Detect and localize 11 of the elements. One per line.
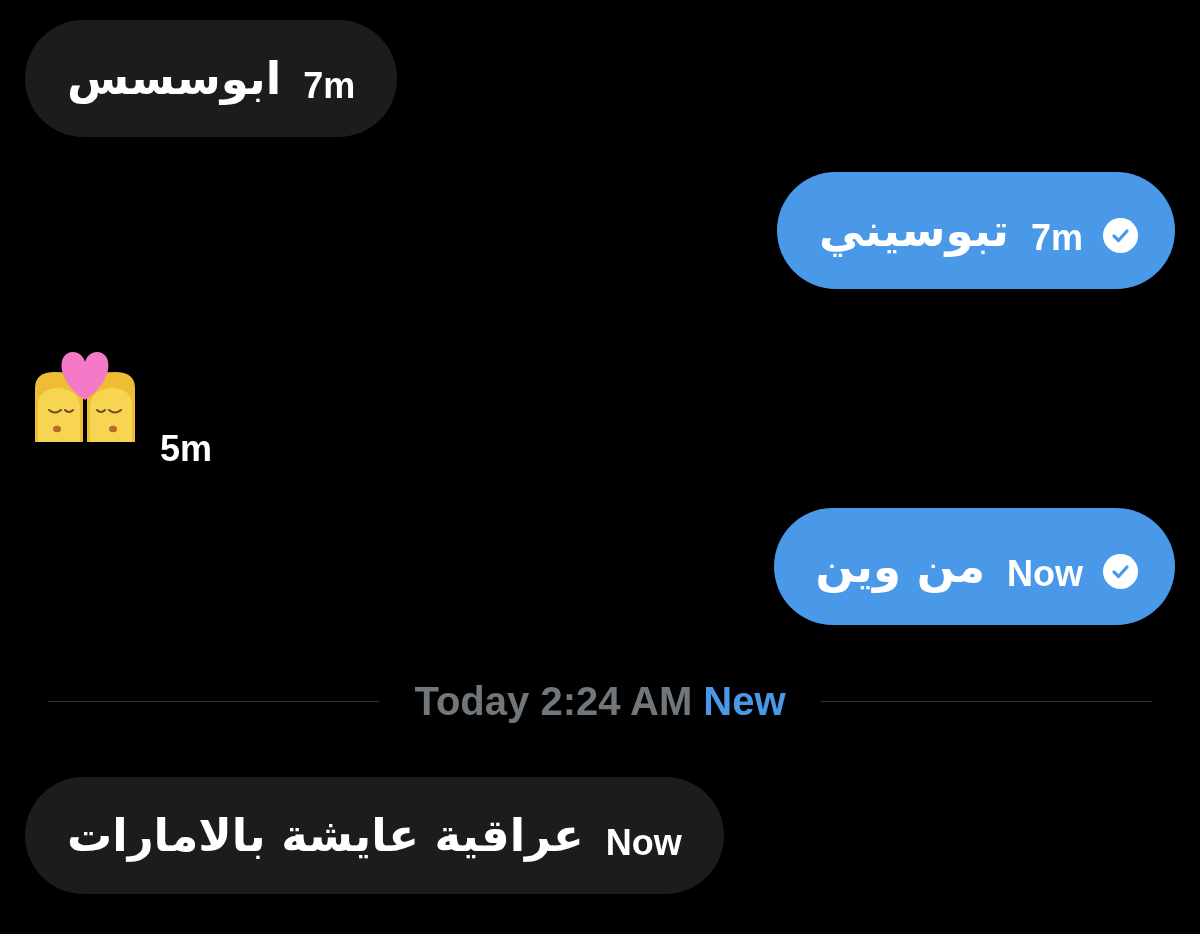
message-text: عراقية عايشة بالامارات: [67, 809, 584, 862]
message-time: 5m: [160, 431, 213, 467]
message-time: 7m: [1030, 215, 1083, 256]
message-text: تبوسيني: [818, 204, 1009, 257]
message-time: Now: [605, 820, 682, 861]
message-text: ابوسسس: [67, 52, 282, 105]
new-messages-label: New: [703, 681, 786, 721]
message-text: من وين: [815, 540, 985, 593]
message-time: 7m: [303, 63, 356, 104]
date-separator-label: Today 2:24 AM: [414, 681, 693, 721]
message-time: Now: [1007, 551, 1083, 592]
